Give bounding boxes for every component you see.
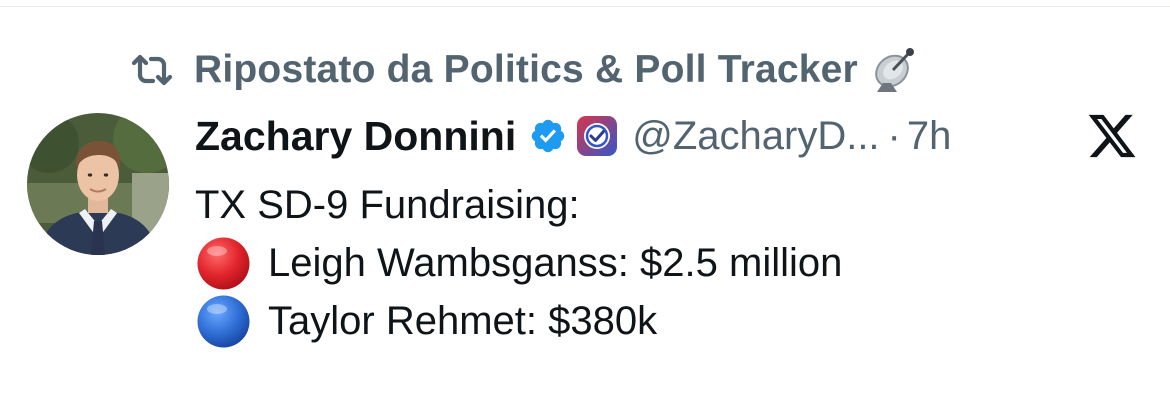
red-circle-icon bbox=[195, 235, 252, 292]
tweet-line: Leigh Wambsganss: $2.5 million bbox=[195, 234, 842, 292]
verified-badge-icon[interactable] bbox=[528, 116, 568, 156]
tweet-line: Taylor Rehmet: $380k bbox=[195, 292, 842, 350]
author-name[interactable]: Zachary Donnini bbox=[195, 113, 516, 160]
x-logo-icon[interactable] bbox=[1084, 110, 1140, 162]
tweet-header: Zachary Donnini @ZacharyD... · 7h bbox=[195, 108, 951, 164]
tweet-card[interactable]: Ripostato da Politics & Poll Tracker Zac… bbox=[0, 0, 1170, 416]
affiliate-badge-icon[interactable] bbox=[576, 115, 618, 157]
repost-attribution[interactable]: Ripostato da Politics & Poll Tracker bbox=[130, 44, 920, 96]
tweet-line-text: TX SD-9 Fundraising: bbox=[195, 182, 580, 227]
repost-icon bbox=[130, 48, 174, 92]
tweet-line: TX SD-9 Fundraising: bbox=[195, 176, 842, 234]
satellite-antenna-icon bbox=[870, 45, 920, 95]
repost-text[interactable]: Ripostato da Politics & Poll Tracker bbox=[194, 48, 858, 92]
timestamp[interactable]: 7h bbox=[907, 114, 952, 159]
divider bbox=[0, 6, 1170, 7]
blue-circle-icon bbox=[195, 293, 252, 350]
tweet-line-text: Leigh Wambsganss: $2.5 million bbox=[268, 240, 843, 285]
tweet-text: TX SD-9 Fundraising: Leigh Wambsganss: $… bbox=[195, 176, 842, 350]
tweet-line-text: Taylor Rehmet: $380k bbox=[268, 298, 658, 343]
avatar[interactable] bbox=[27, 113, 169, 255]
separator: · bbox=[887, 113, 901, 158]
author-handle[interactable]: @ZacharyD... bbox=[632, 114, 879, 159]
